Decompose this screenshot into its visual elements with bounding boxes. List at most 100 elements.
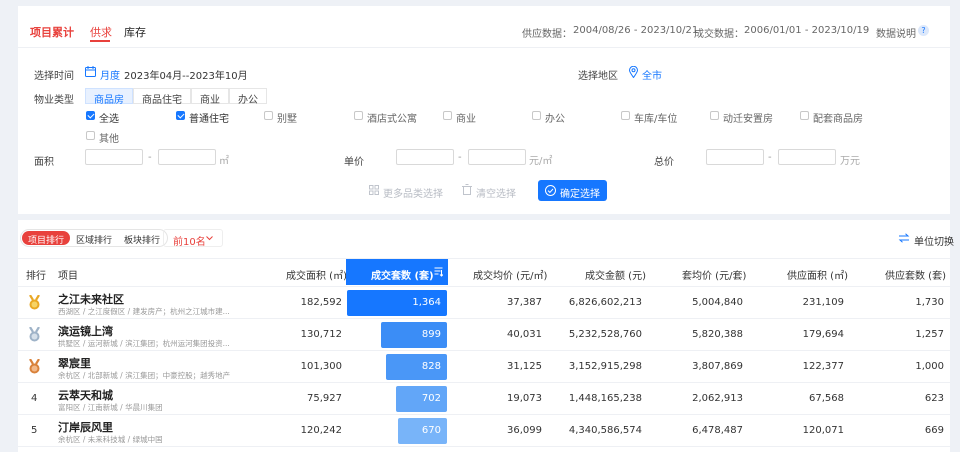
checkbox-other[interactable] [86, 131, 95, 140]
trash-icon [462, 184, 472, 195]
checkbox-label: 配套商品房 [813, 114, 863, 125]
calendar-icon [85, 66, 96, 77]
cell-supply-units: 1,000 [915, 361, 944, 372]
price-min-input[interactable] [396, 149, 454, 165]
cell-unit-price: 5,004,840 [692, 297, 743, 308]
check-circle-icon [545, 185, 556, 196]
checkbox-label: 其他 [99, 134, 119, 145]
deal-units-value: 828 [421, 361, 441, 372]
confirm-selection-label: 确定选择 [560, 189, 600, 200]
project-meta: 拱墅区 / 运河新城 / 滨江集团；杭州运河集团投资... [58, 339, 230, 348]
cell-unit-price: 6,478,487 [692, 425, 743, 436]
area-max-input[interactable] [158, 149, 216, 165]
deal-units-bar: 702 [396, 386, 447, 412]
header-deal-units: 成交套数 (套) [371, 271, 434, 282]
cell-deal-amount: 4,340,586,574 [568, 425, 642, 436]
rank-number: 5 [31, 425, 38, 436]
cell-supply-units: 623 [924, 393, 944, 404]
project-meta: 富阳区 / 江南新城 / 华晨川集团 [58, 403, 163, 412]
cell-deal-area: 130,712 [300, 329, 342, 340]
tab-plate-ranking[interactable]: 板块排行 [118, 231, 166, 246]
deal-units-bar: 1,364 [347, 290, 447, 316]
header-deal-area[interactable]: 成交面积 (㎡) [286, 267, 347, 282]
checkbox-resettlement[interactable] [710, 111, 719, 120]
checkbox-commercial[interactable] [443, 111, 452, 120]
checkbox-office[interactable] [532, 111, 541, 120]
filter-panel [18, 6, 950, 214]
property-tab-residential[interactable]: 商品住宅 [133, 88, 191, 106]
tab-project-ranking[interactable]: 项目排行 [22, 231, 71, 246]
project-name-link[interactable]: 翠宸里 [58, 355, 91, 371]
tab-supply-demand[interactable]: 供求 [90, 24, 112, 40]
project-name-link[interactable]: 之江未来社区 [58, 291, 124, 307]
tab-project-total[interactable]: 项目累计 [30, 24, 74, 40]
deal-range-value: 2006/01/01 - 2023/10/19 [744, 25, 870, 36]
clear-selection-button[interactable]: 清空选择 [476, 185, 516, 200]
tab-inventory[interactable]: 库存 [124, 24, 146, 40]
help-icon[interactable]: ? [918, 25, 929, 36]
cell-deal-area: 101,300 [300, 361, 342, 372]
cell-unit-price: 5,820,388 [692, 329, 743, 340]
active-tab-indicator [90, 40, 110, 42]
checkbox-serviced-apartment[interactable] [354, 111, 363, 120]
checkbox-supporting-housing[interactable] [800, 111, 809, 120]
checkbox-garage[interactable] [621, 111, 630, 120]
cell-deal-amount: 1,448,165,238 [568, 393, 642, 404]
header-deal-amount[interactable]: 成交金额 (元) [585, 267, 646, 282]
cell-unit-price: 3,807,869 [692, 361, 743, 372]
cell-supply-area: 231,109 [802, 297, 844, 308]
property-tab-business[interactable]: 商业 [191, 88, 229, 106]
grid-icon [369, 185, 379, 195]
switch-icon [898, 233, 910, 243]
total-max-input[interactable] [778, 149, 836, 165]
header-supply-area[interactable]: 供应面积 (㎡) [787, 267, 848, 282]
cell-deal-area: 182,592 [300, 297, 342, 308]
rank-number: 4 [31, 393, 38, 404]
more-categories-button[interactable]: 更多品类选择 [383, 185, 443, 200]
property-tab-commercial-housing[interactable]: 商品房 [85, 88, 133, 106]
cell-supply-area: 67,568 [809, 393, 844, 404]
data-note-link[interactable]: 数据说明 [876, 25, 916, 40]
supply-range-value: 2004/08/26 - 2023/10/21 [573, 25, 699, 36]
total-min-input[interactable] [706, 149, 764, 165]
time-label: 选择时间 [34, 71, 74, 82]
project-name-link[interactable]: 滨运镜上湾 [58, 323, 113, 339]
region-select[interactable]: 全市 [642, 67, 662, 82]
price-max-input[interactable] [468, 149, 526, 165]
deal-units-value: 702 [421, 393, 441, 404]
cell-supply-units: 1,257 [915, 329, 944, 340]
cell-supply-area: 120,071 [802, 425, 844, 436]
property-tab-office[interactable]: 办公 [229, 88, 267, 106]
cell-avg-price: 36,099 [507, 425, 542, 436]
header-unit-price[interactable]: 套均价 (元/套) [682, 267, 746, 282]
confirm-selection-button[interactable]: 确定选择 [538, 180, 607, 201]
supply-range-label: 供应数据： [522, 29, 572, 40]
cell-supply-area: 179,694 [802, 329, 844, 340]
range-dash: - [148, 152, 152, 163]
project-meta: 余杭区 / 未来科技城 / 绿城中国 [58, 435, 163, 444]
unit-switch-button[interactable]: 单位切换 [914, 233, 954, 248]
header-supply-units[interactable]: 供应套数 (套) [885, 267, 946, 282]
price-label: 单价 [344, 157, 364, 168]
tab-area-ranking[interactable]: 区域排行 [70, 231, 118, 246]
checkbox-ordinary-residence[interactable] [176, 111, 185, 120]
total-price-label: 总价 [654, 157, 674, 168]
checkbox-select-all[interactable] [86, 111, 95, 120]
area-min-input[interactable] [85, 149, 143, 165]
project-name-link[interactable]: 云萃天和城 [58, 387, 113, 403]
checkbox-villa[interactable] [264, 111, 273, 120]
checkbox-label: 别墅 [277, 114, 297, 125]
header-avg-price[interactable]: 成交均价 (元/㎡) [473, 267, 547, 282]
time-range-picker[interactable]: 2023年04月--2023年10月 [124, 67, 248, 82]
property-tabs: 商品房 商品住宅 商业 办公 [85, 88, 267, 106]
time-mode-select[interactable]: 月度 [100, 67, 120, 82]
divider [18, 446, 950, 447]
checkbox-label: 商业 [456, 114, 476, 125]
medal-icon [29, 359, 40, 374]
top-n-select[interactable]: 前10名 [163, 229, 223, 248]
divider [18, 318, 950, 319]
deal-units-value: 899 [421, 329, 441, 340]
checkbox-label: 全选 [99, 114, 119, 125]
project-name-link[interactable]: 汀岸辰风里 [58, 419, 113, 435]
header-deal-units-sorted[interactable]: 成交套数 (套) [346, 259, 448, 285]
